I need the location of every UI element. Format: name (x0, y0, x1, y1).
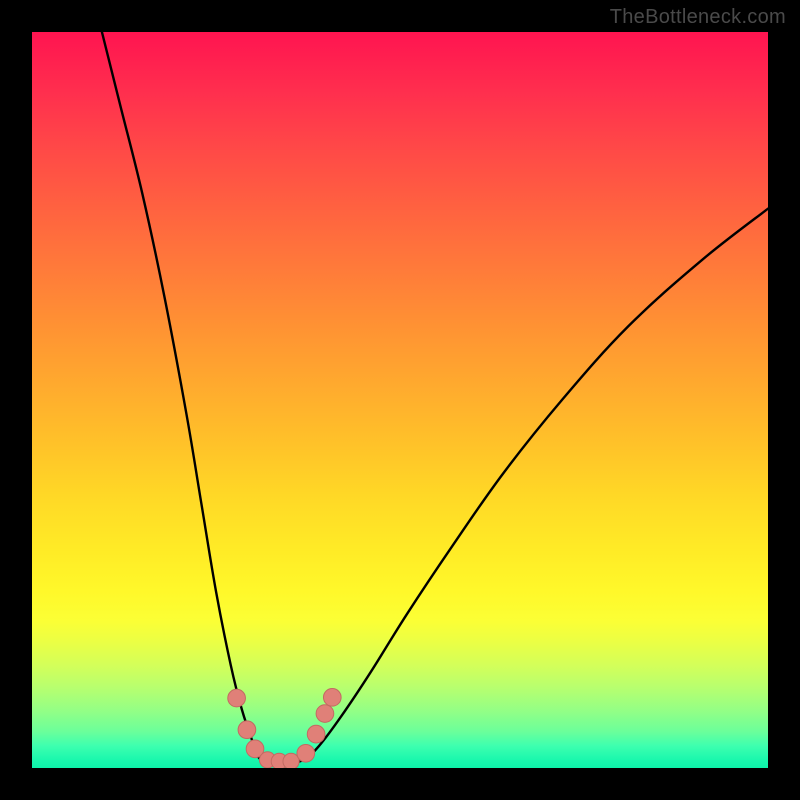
valley-marker (297, 744, 315, 762)
bottleneck-curve-path (102, 32, 768, 764)
valley-marker (316, 705, 334, 723)
chart-frame: TheBottleneck.com (0, 0, 800, 800)
valley-marker (238, 721, 256, 739)
watermark-text: TheBottleneck.com (610, 6, 786, 29)
bottleneck-curves (102, 32, 768, 764)
plot-area (32, 32, 768, 768)
curves-layer (32, 32, 768, 768)
valley-marker (323, 689, 341, 707)
valley-marker (228, 689, 246, 707)
valley-markers (228, 689, 341, 768)
valley-marker (307, 725, 325, 743)
